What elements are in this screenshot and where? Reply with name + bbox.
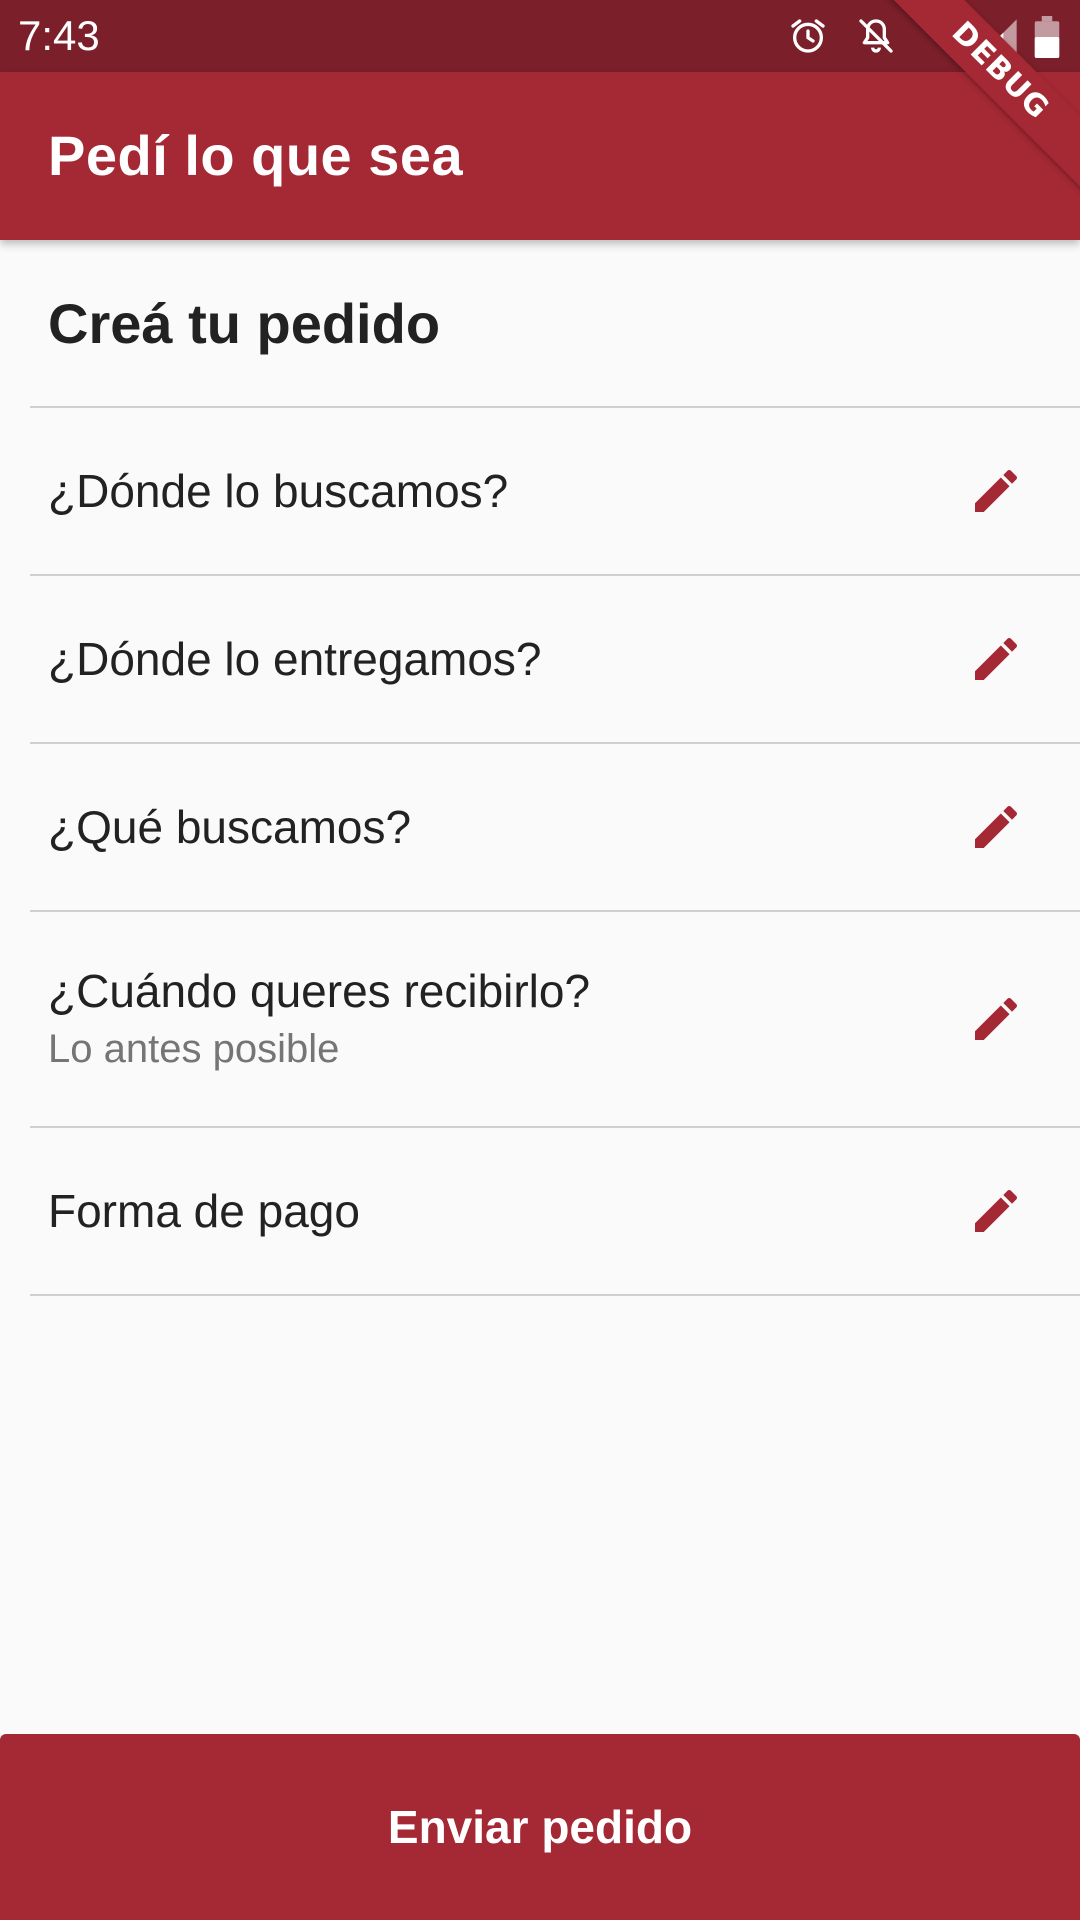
app-bar: Pedí lo que sea: [0, 72, 1080, 240]
list-item-label: Forma de pago: [48, 1185, 360, 1237]
signal-icon: [983, 19, 1017, 53]
status-bar: 7:43: [0, 0, 1080, 72]
screen: 7:43 DEBUG Pedí lo que sea Creá tu pedid…: [0, 0, 1080, 1920]
edit-icon[interactable]: [968, 991, 1024, 1047]
list-item-subtitle: Lo antes posible: [48, 1027, 340, 1071]
list-item-label: ¿Dónde lo entregamos?: [48, 633, 542, 685]
edit-icon[interactable]: [968, 1183, 1024, 1239]
alarm-icon: [791, 19, 825, 53]
list-item-what-to-get[interactable]: ¿Qué buscamos?: [30, 744, 1080, 910]
status-icons: [780, 0, 1080, 72]
page-title: Creá tu pedido: [48, 292, 441, 355]
edit-icon[interactable]: [968, 631, 1024, 687]
list-item-payment-method[interactable]: Forma de pago: [30, 1128, 1080, 1294]
order-options-list: ¿Dónde lo buscamos? ¿Dónde lo entregamos…: [30, 406, 1080, 1296]
list-item-pickup-location[interactable]: ¿Dónde lo buscamos?: [30, 408, 1080, 574]
notifications-off-icon: [859, 19, 893, 53]
status-time: 7:43: [18, 12, 100, 59]
submit-order-button[interactable]: Enviar pedido: [0, 1734, 1080, 1920]
app-title: Pedí lo que sea: [48, 124, 464, 187]
list-item-label: ¿Dónde lo buscamos?: [48, 465, 509, 517]
list-item-label: ¿Cuándo queres recibirlo?: [48, 965, 591, 1017]
edit-icon[interactable]: [968, 463, 1024, 519]
list-item-delivery-time[interactable]: ¿Cuándo queres recibirlo? Lo antes posib…: [30, 912, 1080, 1126]
list-item-label: ¿Qué buscamos?: [48, 801, 412, 853]
wifi-icon: [924, 18, 970, 54]
divider: [30, 1294, 1080, 1296]
battery-icon: [1034, 16, 1060, 58]
list-item-delivery-location[interactable]: ¿Dónde lo entregamos?: [30, 576, 1080, 742]
edit-icon[interactable]: [968, 799, 1024, 855]
